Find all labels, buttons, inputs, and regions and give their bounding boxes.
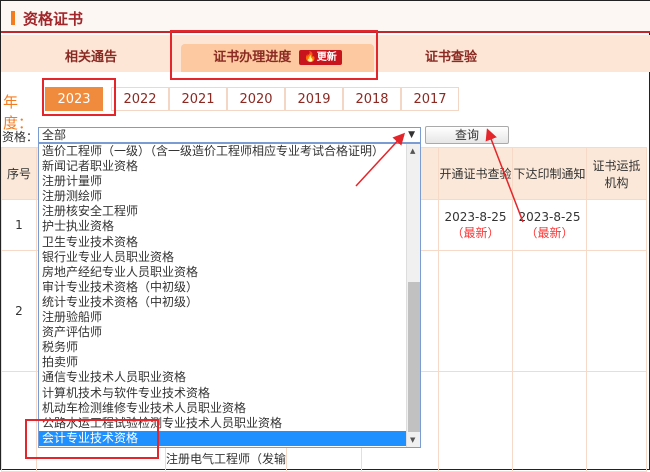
date: 2023-8-25 (444, 209, 507, 224)
section-header: 资格证书 (1, 1, 650, 33)
year-2018[interactable]: 2018 (343, 87, 401, 111)
col-print-notice: 下达印制通知 (512, 147, 588, 200)
latest-tag: （最新） (451, 225, 500, 240)
scrollbar[interactable]: ▲ ▼ (406, 144, 420, 447)
dropdown-option[interactable]: 税务师 (39, 340, 420, 355)
dropdown-option[interactable]: 机动车检测维修专业技术人员职业资格 (39, 401, 420, 416)
tab-verify[interactable]: 证书查验 (391, 44, 511, 72)
update-badge: 🔥更新 (299, 50, 342, 65)
year-2021[interactable]: 2021 (169, 87, 227, 111)
dropdown-option[interactable]: 造价工程师（一级）（含一级造价工程师相应专业考试合格证明） (39, 144, 420, 159)
accent-bar (11, 11, 15, 25)
tab-progress-label: 证书办理进度 (213, 50, 292, 65)
dropdown-option[interactable]: 卫生专业技术资格 (39, 235, 420, 250)
dropdown-option[interactable]: 银行业专业人员职业资格 (39, 250, 420, 265)
year-2023[interactable]: 2023 (45, 87, 103, 111)
qualification-label: 资格： (2, 130, 39, 144)
date: 2023-8-25 (518, 209, 581, 224)
fire-icon: 🔥 (304, 52, 317, 63)
qualification-select[interactable]: 全部 ▼ (38, 127, 421, 143)
dropdown-option[interactable]: 会计专业技术资格 (39, 430, 420, 446)
col-arrival: 证书运抵机构 (586, 147, 647, 200)
col-no: 序号 (1, 147, 37, 200)
dropdown-option[interactable]: 注册核安全工程师 (39, 204, 420, 219)
year-2017[interactable]: 2017 (401, 87, 459, 111)
dropdown-option[interactable]: 房地产经纪专业人员职业资格 (39, 265, 420, 280)
tab-notices[interactable]: 相关通告 (31, 44, 151, 72)
year-2022[interactable]: 2022 (111, 87, 169, 111)
badge-label: 更新 (316, 52, 337, 63)
tab-progress[interactable]: 证书办理进度 🔥更新 (181, 44, 374, 72)
scroll-down-icon[interactable]: ▼ (410, 436, 415, 444)
print-notice-cell: 2023-8-25 （最新） (512, 199, 588, 251)
row-no: 1 (1, 199, 37, 251)
dropdown-option[interactable]: 注册测绘师 (39, 189, 420, 204)
dropdown-option[interactable]: 公路水运工程试验检测专业技术人员职业资格 (39, 416, 420, 431)
query-button[interactable]: 查询 (425, 126, 509, 144)
section-title: 资格证书 (23, 10, 84, 28)
dropdown-option[interactable]: 资产评估师 (39, 325, 420, 340)
dropdown-option[interactable]: 注册验船师 (39, 310, 420, 325)
dropdown-option[interactable]: 统计专业技术资格（中初级） (39, 295, 420, 310)
dropdown-option[interactable]: 计算机技术与软件专业技术资格 (39, 386, 420, 401)
scrollbar-thumb[interactable] (408, 282, 420, 432)
dropdown-option[interactable]: 通信专业技术人员职业资格 (39, 370, 420, 385)
scroll-up-icon[interactable]: ▲ (410, 147, 415, 155)
select-value: 全部 (42, 128, 67, 142)
tab-bar: 相关通告 证书办理进度 🔥更新 证书查验 (1, 35, 650, 72)
dropdown-option[interactable]: 审计专业技术资格（中初级） (39, 280, 420, 295)
year-2019[interactable]: 2019 (285, 87, 343, 111)
year-2020[interactable]: 2020 (227, 87, 285, 111)
qualification-dropdown-list[interactable]: 造价工程师（一级）（含一级造价工程师相应专业考试合格证明） 新闻记者职业资格 注册计… (38, 143, 421, 448)
latest-tag: （最新） (525, 225, 574, 240)
col-open-verify: 开通证书查验 (438, 147, 514, 200)
year-label: 年度： (3, 93, 34, 132)
row-no: 2 (1, 250, 37, 372)
open-verify-cell: 2023-8-25 （最新） (438, 199, 514, 251)
dropdown-option[interactable]: 护士执业资格 (39, 219, 420, 234)
dropdown-arrow-icon[interactable]: ▼ (408, 128, 415, 142)
dropdown-option[interactable]: 拍卖师 (39, 355, 420, 370)
dropdown-option[interactable]: 新闻记者职业资格 (39, 159, 420, 174)
dropdown-option[interactable]: 注册计量师 (39, 174, 420, 189)
